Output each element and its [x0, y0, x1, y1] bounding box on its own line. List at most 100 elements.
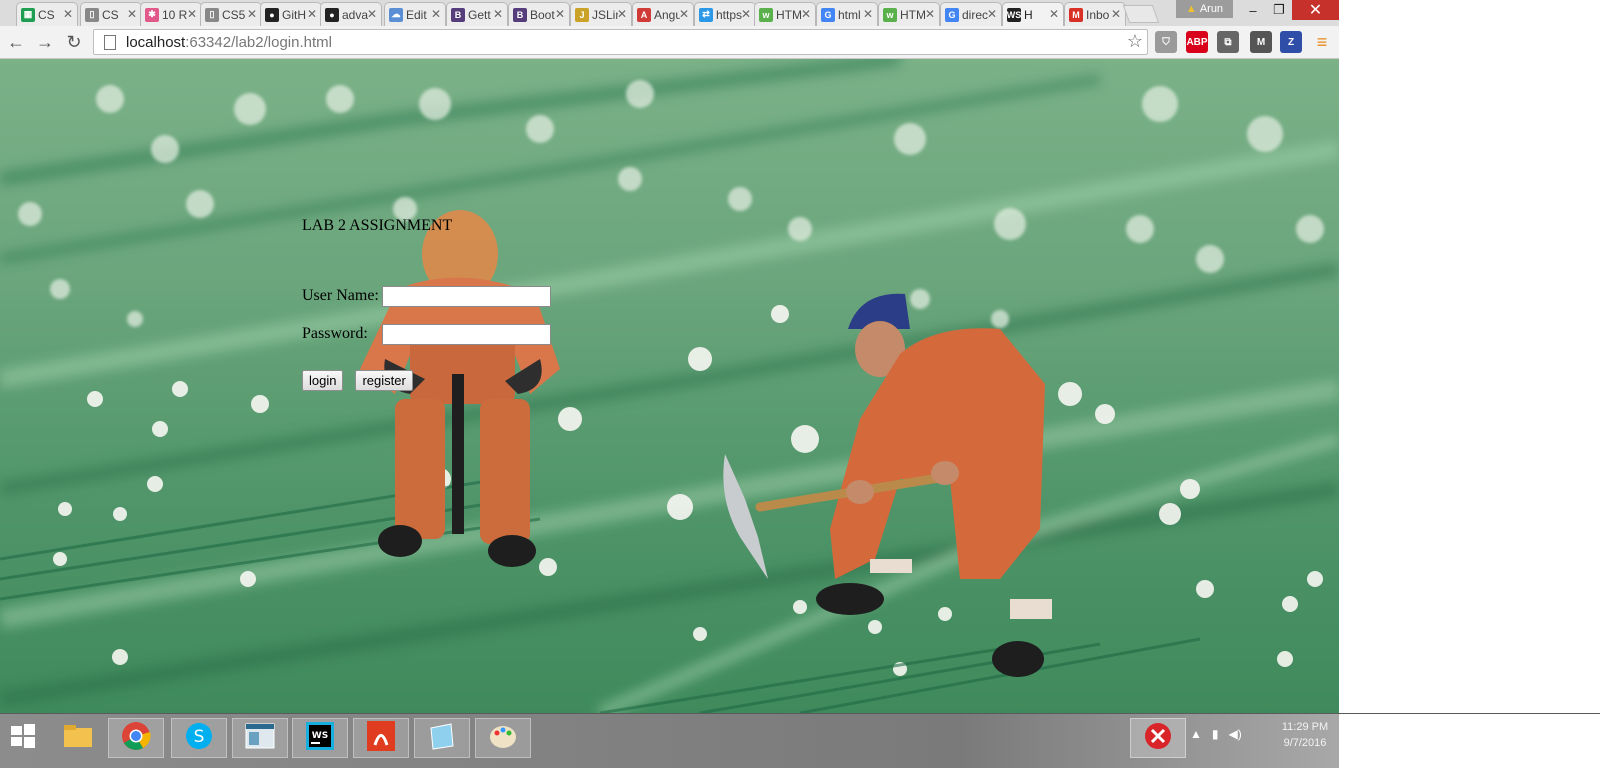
- tab-favicon-icon: ▯: [205, 7, 219, 22]
- browser-toolbar: ← → ↻ localhost:63342/lab2/login.html ☆ …: [0, 26, 1339, 59]
- tab-favicon-icon: ▦: [21, 7, 35, 22]
- minimize-button[interactable]: –: [1240, 0, 1266, 20]
- browser-tab[interactable]: Ghtml ✕: [816, 2, 878, 26]
- browser-tab[interactable]: M Inbo ✕: [1064, 2, 1126, 26]
- taskbar: S WS ▲ ▮ ◀) 11:29 PM 9/7/2016: [0, 713, 1600, 768]
- volume-icon[interactable]: ◀): [1229, 727, 1242, 741]
- tab-close-icon[interactable]: ✕: [555, 7, 565, 21]
- tab-label: 10 R: [162, 7, 188, 22]
- page-viewport: LAB 2 ASSIGNMENT User Name: Password: lo…: [0, 59, 1339, 713]
- browser-tab[interactable]: ☁ Edit ✕: [384, 2, 446, 26]
- browser-tab[interactable]: WS H ✕: [1002, 2, 1064, 26]
- tab-close-icon[interactable]: ✕: [367, 7, 377, 21]
- username-input[interactable]: [382, 285, 551, 307]
- browser-tab[interactable]: ✱ 10 R ✕: [140, 2, 202, 26]
- browser-tab[interactable]: w HTM ✕: [878, 2, 940, 26]
- browser-tab[interactable]: ● adva ✕: [320, 2, 382, 26]
- taskbar-chrome-button[interactable]: [108, 718, 164, 758]
- close-window-button[interactable]: ✕: [1292, 0, 1339, 20]
- chrome-menu-button[interactable]: ≡: [1310, 30, 1334, 54]
- browser-tab[interactable]: ▯ CS ✕: [80, 2, 142, 26]
- browser-tab[interactable]: JJSLin✕: [570, 2, 632, 26]
- browser-tab[interactable]: w HTM ✕: [754, 2, 816, 26]
- url-path: :63342/lab2/login.html: [185, 33, 332, 51]
- taskbar-webstorm-button[interactable]: WS: [292, 718, 348, 758]
- svg-text:WS: WS: [312, 731, 328, 741]
- tab-close-icon[interactable]: ✕: [987, 7, 997, 21]
- tab-close-icon[interactable]: ✕: [1049, 7, 1059, 21]
- password-row: Password:: [302, 323, 551, 345]
- forward-button[interactable]: →: [33, 30, 57, 54]
- tab-close-icon[interactable]: ✕: [925, 7, 935, 21]
- browser-tab[interactable]: ⇄ https ✕: [694, 2, 756, 26]
- svg-text:S: S: [194, 727, 205, 747]
- browser-tab[interactable]: ● GitH ✕: [260, 2, 322, 26]
- taskbar-file-explorer-button[interactable]: [50, 718, 106, 758]
- clock-time: 11:29 PM: [1281, 721, 1329, 733]
- forward-arrow-icon: →: [36, 31, 54, 52]
- network-signal-icon[interactable]: ▮: [1212, 727, 1219, 741]
- new-tab-button[interactable]: [1122, 5, 1160, 23]
- bookmark-star-icon[interactable]: ☆: [1127, 31, 1143, 52]
- tab-close-icon[interactable]: ✕: [187, 7, 197, 21]
- tab-favicon-icon: ✱: [145, 7, 159, 22]
- back-button[interactable]: ←: [4, 30, 28, 54]
- profile-button[interactable]: ▲ Arun: [1176, 0, 1233, 18]
- tab-favicon-icon: G: [821, 7, 835, 22]
- register-button[interactable]: register: [355, 370, 413, 391]
- tab-label: Boot: [530, 7, 555, 22]
- browser-tab[interactable]: ▦ CS ✕: [16, 2, 78, 26]
- system-clock[interactable]: 11:29 PM 9/7/2016: [1270, 719, 1340, 751]
- tab-close-icon[interactable]: ✕: [127, 7, 137, 21]
- cast-icon[interactable]: ⧉: [1217, 31, 1239, 53]
- taskbar-notepad-button[interactable]: [414, 718, 470, 758]
- browser-tab[interactable]: B Gett ✕: [446, 2, 508, 26]
- browser-tab[interactable]: A Angu ✕: [632, 2, 694, 26]
- url-host: localhost: [126, 33, 186, 51]
- zotero-icon[interactable]: Z: [1280, 31, 1302, 53]
- browser-tab[interactable]: ▯ CS5 ✕: [200, 2, 262, 26]
- taskbar-paint-button[interactable]: [475, 718, 531, 758]
- menu-icon: ≡: [1316, 31, 1328, 52]
- tab-label: GitH: [282, 7, 306, 22]
- tab-close-icon[interactable]: ✕: [493, 7, 503, 21]
- tab-favicon-icon: B: [513, 7, 527, 22]
- file-explorer-icon: [63, 724, 93, 753]
- taskbar-skype-button[interactable]: S: [171, 718, 227, 758]
- skype-icon: S: [184, 721, 214, 756]
- tab-close-icon[interactable]: ✕: [431, 7, 441, 21]
- tab-favicon-icon: J: [575, 7, 589, 22]
- shield-icon[interactable]: ⛉: [1155, 31, 1177, 53]
- tab-close-icon[interactable]: ✕: [307, 7, 317, 21]
- show-hidden-icons-icon[interactable]: ▲: [1190, 727, 1202, 741]
- warning-icon: ▲: [1185, 3, 1197, 15]
- desktop-background: [1339, 0, 1600, 713]
- browser-tab[interactable]: Gdirec ✕: [940, 2, 1002, 26]
- vault-icon[interactable]: M: [1250, 31, 1272, 53]
- address-bar[interactable]: localhost:63342/lab2/login.html ☆: [93, 29, 1148, 55]
- back-arrow-icon: ←: [7, 31, 25, 52]
- tab-close-icon[interactable]: ✕: [679, 7, 689, 21]
- tab-close-icon[interactable]: ✕: [863, 7, 873, 21]
- taskbar-acrobat-button[interactable]: [353, 718, 409, 758]
- tab-favicon-icon: ●: [265, 7, 279, 22]
- taskbar-tray-app-button[interactable]: [1130, 718, 1186, 758]
- restore-button[interactable]: ❐: [1266, 0, 1292, 20]
- taskbar-start-button[interactable]: [0, 718, 46, 758]
- taskbar-window-app-button[interactable]: [232, 718, 288, 758]
- password-input[interactable]: [382, 323, 551, 345]
- tab-close-icon[interactable]: ✕: [63, 7, 73, 21]
- tab-close-icon[interactable]: ✕: [801, 7, 811, 21]
- system-tray: ▲ ▮ ◀): [1190, 724, 1242, 744]
- browser-tab[interactable]: B Boot ✕: [508, 2, 570, 26]
- tab-favicon-icon: G: [945, 7, 959, 22]
- tab-close-icon[interactable]: ✕: [1111, 7, 1121, 21]
- tab-close-icon[interactable]: ✕: [617, 7, 627, 21]
- reload-button[interactable]: ↻: [62, 30, 86, 54]
- tab-close-icon[interactable]: ✕: [741, 7, 751, 21]
- tab-label: HTM: [900, 7, 926, 22]
- login-button[interactable]: login: [302, 370, 344, 391]
- tab-close-icon[interactable]: ✕: [247, 7, 257, 21]
- adblock-plus-icon[interactable]: ABP: [1186, 31, 1208, 53]
- tab-favicon-icon: ●: [325, 7, 339, 22]
